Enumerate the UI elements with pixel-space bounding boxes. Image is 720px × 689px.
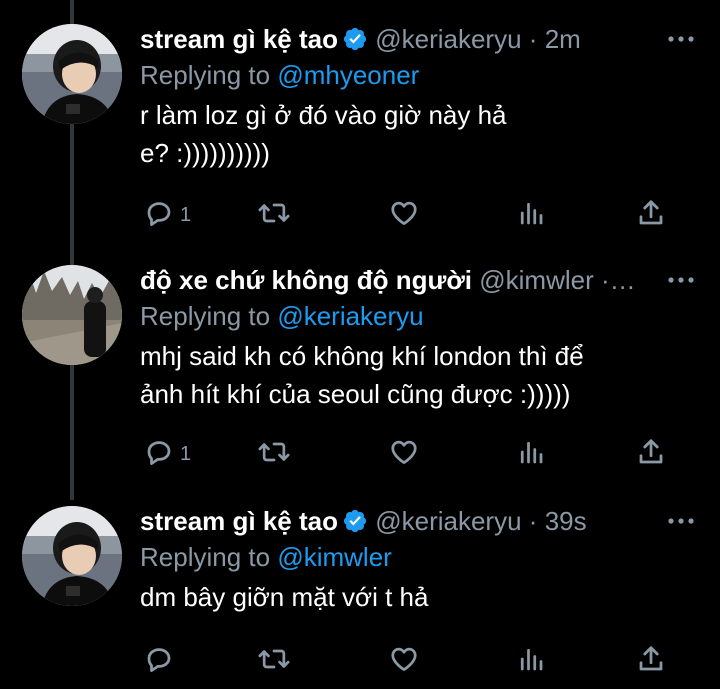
analytics-button[interactable] <box>516 437 546 471</box>
separator: ·… <box>601 265 636 295</box>
tweet-actions: 1 <box>0 198 720 232</box>
replying-to: Replying to @kimwler <box>140 542 720 572</box>
heart-icon <box>388 644 420 679</box>
replying-label: Replying to <box>140 542 271 572</box>
tweet-text: mhj said kh có không khí london thì để ả… <box>140 341 584 409</box>
reply-count: 1 <box>180 203 192 226</box>
reply-button[interactable] <box>144 644 180 678</box>
retweet-icon <box>258 644 290 679</box>
retweet-icon <box>258 437 290 472</box>
analytics-icon <box>516 437 546 472</box>
more-icon[interactable] <box>668 24 694 54</box>
heart-icon <box>388 437 420 472</box>
retweet-button[interactable] <box>258 437 290 471</box>
reply-count: 1 <box>180 442 192 465</box>
reply-icon <box>144 644 174 679</box>
verified-badge-icon <box>342 508 368 540</box>
retweet-button[interactable] <box>258 644 290 678</box>
share-button[interactable] <box>636 644 666 678</box>
avatar[interactable] <box>22 506 122 606</box>
replying-to-handle[interactable]: @keriakeryu <box>277 301 423 331</box>
analytics-icon <box>516 644 546 679</box>
tweet-header: độ xe chứ không độ người @kimwler ·… <box>140 265 720 295</box>
share-button[interactable] <box>636 437 666 471</box>
separator: · <box>528 24 538 54</box>
user-handle[interactable]: @keriakeryu <box>375 24 521 54</box>
tweet-header: stream gì kệ tao @keriakeryu · 39s <box>140 506 720 536</box>
separator: · <box>528 506 538 536</box>
replying-to: Replying to @keriakeryu <box>140 301 720 331</box>
replying-to-handle[interactable]: @kimwler <box>277 542 392 572</box>
display-name[interactable]: stream gì kệ tao <box>140 506 338 536</box>
share-icon <box>636 198 666 233</box>
share-icon <box>636 437 666 472</box>
tweet-text: dm bây giỡn mặt với t hả <box>140 582 429 612</box>
analytics-button[interactable] <box>516 644 546 678</box>
tweet-actions <box>0 644 720 678</box>
display-name[interactable]: stream gì kệ tao <box>140 24 338 54</box>
like-button[interactable] <box>388 437 420 471</box>
heart-icon <box>388 198 420 233</box>
retweet-button[interactable] <box>258 198 290 232</box>
replying-to-handle[interactable]: @mhyeoner <box>277 60 419 90</box>
like-button[interactable] <box>388 644 420 678</box>
share-button[interactable] <box>636 198 666 232</box>
avatar[interactable] <box>22 24 122 124</box>
analytics-button[interactable] <box>516 198 546 232</box>
reply-button[interactable]: 1 <box>144 437 191 471</box>
more-icon[interactable] <box>668 265 694 295</box>
timestamp[interactable]: 39s <box>545 506 587 536</box>
verified-badge-icon <box>342 26 368 58</box>
avatar[interactable] <box>22 265 122 365</box>
reply-icon <box>144 198 174 233</box>
user-handle[interactable]: @keriakeryu <box>375 506 521 536</box>
more-icon[interactable] <box>668 506 694 536</box>
reply-icon <box>144 437 174 472</box>
replying-label: Replying to <box>140 60 271 90</box>
user-handle[interactable]: @kimwler <box>479 265 594 295</box>
tweet-header: stream gì kệ tao @keriakeryu · 2m <box>140 24 720 54</box>
like-button[interactable] <box>388 198 420 232</box>
replying-to: Replying to @mhyeoner <box>140 60 720 90</box>
tweet-text: r làm loz gì ở đó vào giờ này hả e? :)))… <box>140 100 507 168</box>
timestamp[interactable]: 2m <box>545 24 581 54</box>
share-icon <box>636 644 666 679</box>
tweet-actions: 1 <box>0 437 720 471</box>
retweet-icon <box>258 198 290 233</box>
reply-button[interactable]: 1 <box>144 198 191 232</box>
display-name[interactable]: độ xe chứ không độ người <box>140 265 472 295</box>
analytics-icon <box>516 198 546 233</box>
replying-label: Replying to <box>140 301 271 331</box>
